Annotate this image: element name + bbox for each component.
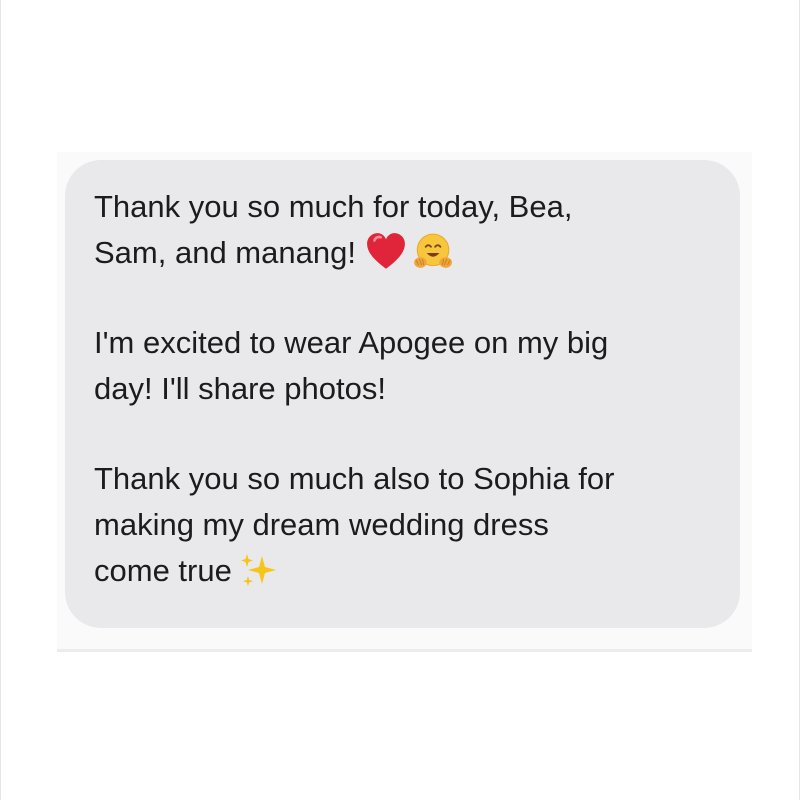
message-line-with-emoji: come true [94,548,710,594]
message-paragraph-1: Thank you so much for today, Bea, Sam, a… [94,184,710,276]
red-heart-icon [364,231,408,273]
message-line: I'm excited to wear Apogee on my big [94,325,609,360]
message-line-text: come true [94,553,232,588]
message-line: Thank you so much for today, Bea, [94,189,573,224]
message-line: day! I'll share photos! [94,371,386,406]
message-line: Thank you so much also to Sophia for [94,461,615,496]
sparkles-icon [238,550,278,590]
message-line: making my dream wedding dress [94,507,549,542]
message-paragraph-2: I'm excited to wear Apogee on my big day… [94,320,710,412]
message-bubble[interactable]: Thank you so much for today, Bea, Sam, a… [65,160,740,628]
message-paragraph-3: Thank you so much also to Sophia for mak… [94,456,710,594]
message-line-text: Sam, and manang! [94,235,356,270]
message-line-with-emoji: Sam, and manang! [94,230,710,276]
image-frame: Thank you so much for today, Bea, Sam, a… [0,0,800,800]
hugging-face-icon [410,231,454,273]
